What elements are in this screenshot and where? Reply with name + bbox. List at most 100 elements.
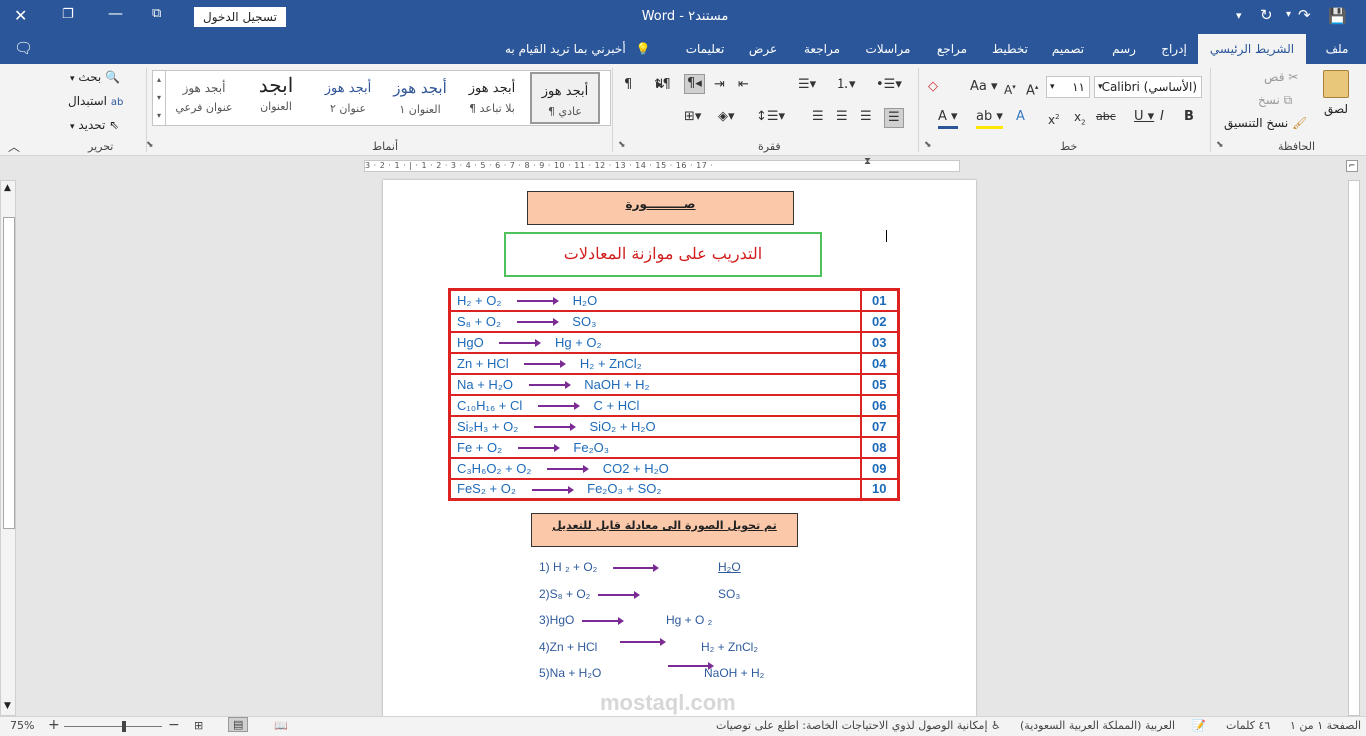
superscript-button[interactable]: x2 xyxy=(1048,108,1060,129)
language-status[interactable]: العربية (المملكة العربية السعودية) xyxy=(1020,719,1175,732)
redo-icon[interactable]: ↻ xyxy=(1260,6,1273,24)
numbering-icon[interactable]: ⒈▾ xyxy=(836,76,856,94)
style-heading-2[interactable]: أبجد هوز عنوان ٢ xyxy=(312,71,384,125)
paste-button[interactable]: لصق xyxy=(1316,70,1356,116)
multilevel-list-icon[interactable]: ☰▾ xyxy=(798,76,816,94)
replace-button[interactable]: استبدال ab xyxy=(68,94,123,108)
increase-indent-icon[interactable]: ⇤ xyxy=(738,76,749,94)
equation-line[interactable]: 3)HgO xyxy=(539,613,624,627)
tell-me-box[interactable]: أخبرني بما تريد القيام به 💡 xyxy=(505,34,650,64)
grow-font-icon[interactable]: A▴ xyxy=(1026,78,1038,100)
format-painter-button[interactable]: نسخ التنسيق 🖌 xyxy=(1224,116,1307,130)
restore-button[interactable]: ❐ xyxy=(62,7,74,22)
sign-in-button[interactable]: تسجيل الدخول xyxy=(194,7,286,27)
font-color-icon[interactable]: A ▾ xyxy=(938,108,958,129)
scroll-down-icon[interactable]: ▾ xyxy=(153,89,165,107)
italic-button[interactable]: I xyxy=(1160,108,1164,126)
minimize-button[interactable]: — xyxy=(108,4,123,22)
style-normal[interactable]: أبجد هوز ¶ عادي xyxy=(530,72,600,124)
tab-references[interactable]: مراجع xyxy=(928,34,976,64)
collapse-ribbon-icon[interactable]: ︿ xyxy=(8,138,20,155)
proofing-icon[interactable]: 📝 xyxy=(1192,719,1206,732)
tab-draw[interactable]: رسم xyxy=(1102,34,1146,64)
print-layout-icon[interactable]: ▤ xyxy=(228,717,249,732)
font-name-select[interactable]: Calibri (الأساسي) ▾ xyxy=(1094,76,1202,98)
line-spacing-icon[interactable]: ↕☰▾ xyxy=(756,108,785,126)
decrease-indent-icon[interactable]: ⇥ xyxy=(714,76,725,94)
bold-button[interactable]: B xyxy=(1184,108,1194,126)
bullets-icon[interactable]: •☰▾ xyxy=(876,76,902,94)
justify-button[interactable]: ☰ xyxy=(812,108,824,126)
close-button[interactable]: ✕ xyxy=(14,6,27,25)
scroll-thumb[interactable] xyxy=(3,217,15,529)
undo-icon[interactable]: ↷ xyxy=(1298,6,1311,24)
subscript-button[interactable]: x2 xyxy=(1074,108,1086,131)
rtl-direction-icon[interactable]: ¶◂ xyxy=(684,74,705,94)
equation-products[interactable]: H₂ + ZnCl₂ xyxy=(701,640,758,654)
comments-icon[interactable]: 🗨 xyxy=(14,39,33,57)
indent-marker-icon[interactable]: ⧗ xyxy=(864,156,871,167)
underline-button[interactable]: U ▾ xyxy=(1134,108,1154,126)
tab-view[interactable]: عرض xyxy=(740,34,786,64)
tab-help[interactable]: تعليمات xyxy=(680,34,730,64)
tab-mailings[interactable]: مراسلات xyxy=(858,34,918,64)
equation-products[interactable]: SO₃ xyxy=(718,587,740,601)
read-mode-icon[interactable]: 📖 xyxy=(274,719,288,732)
style-no-spacing[interactable]: أبجد هوز ¶ بلا تباعد xyxy=(456,71,528,125)
cut-button[interactable]: قص ✂ xyxy=(1264,70,1298,84)
scroll-down-icon[interactable]: ▼ xyxy=(4,701,11,711)
zoom-slider[interactable] xyxy=(64,726,162,727)
sort-button[interactable]: ⇅ xyxy=(654,76,665,94)
equation-line[interactable]: 1) H ₂ + O₂ xyxy=(539,560,659,574)
tab-design[interactable]: تصميم xyxy=(1044,34,1092,64)
borders-icon[interactable]: ⊞▾ xyxy=(684,108,701,126)
clear-formatting-icon[interactable]: ◇ xyxy=(928,78,938,96)
equation-line[interactable]: 5)Na + H₂O xyxy=(539,666,601,680)
change-case-icon[interactable]: Aa ▾ xyxy=(970,78,998,96)
align-center-button[interactable]: ☰ xyxy=(860,108,872,126)
zoom-out-button[interactable]: − xyxy=(168,717,180,733)
undo-dropdown-icon[interactable]: ▾ xyxy=(1286,9,1291,20)
ribbon-display-options-button[interactable]: ⧉ xyxy=(152,6,161,21)
equation-line[interactable]: 4)Zn + HCl xyxy=(539,640,597,654)
style-title[interactable]: ابجد العنوان xyxy=(240,71,312,125)
equation-line[interactable]: 2)S₈ + O₂ xyxy=(539,587,640,601)
accessibility-status[interactable]: إمكانية الوصول لذوي الاحتياجات الخاصة: ا… xyxy=(716,719,1001,732)
web-layout-icon[interactable]: ⊞ xyxy=(194,719,203,732)
vertical-scrollbar[interactable]: ▲ ▼ xyxy=(0,180,16,716)
styles-launcher-icon[interactable]: ⬊ xyxy=(146,140,154,150)
show-marks-icon[interactable]: ¶ xyxy=(624,76,632,94)
shrink-font-icon[interactable]: A▾ xyxy=(1004,78,1016,99)
select-button[interactable]: ▾ تحديد ⇖ xyxy=(70,118,119,132)
style-heading-1[interactable]: أبجد هوز العنوان ١ xyxy=(384,71,456,125)
tab-layout[interactable]: تخطيط xyxy=(986,34,1034,64)
copy-button[interactable]: نسخ ⧉ xyxy=(1258,93,1292,108)
page-number[interactable]: الصفحة ١ من ١ xyxy=(1290,719,1361,732)
clipboard-launcher-icon[interactable]: ⬊ xyxy=(1216,140,1224,150)
zoom-level[interactable]: 75% xyxy=(10,719,34,732)
equation-products[interactable]: H₂O xyxy=(718,560,741,574)
save-icon[interactable]: 💾 xyxy=(1328,7,1347,25)
strikethrough-button[interactable]: abc xyxy=(1096,108,1116,126)
equation-products[interactable]: Hg + O ₂ xyxy=(666,613,712,627)
ruler-toggle-icon[interactable]: ⌐ xyxy=(1346,160,1358,172)
tab-file[interactable]: ملف xyxy=(1312,34,1362,64)
word-count[interactable]: ٤٦ كلمات xyxy=(1226,719,1270,732)
find-button[interactable]: ▾ بحث 🔍 xyxy=(70,70,120,84)
font-launcher-icon[interactable]: ⬊ xyxy=(924,140,932,150)
highlight-color-icon[interactable]: ab ▾ xyxy=(976,108,1003,129)
scroll-up-icon[interactable]: ▲ xyxy=(4,183,11,193)
text-effects-icon[interactable]: A xyxy=(1016,108,1025,126)
zoom-slider-thumb[interactable] xyxy=(122,721,126,732)
align-left-button[interactable]: ☰ xyxy=(836,108,848,126)
shading-icon[interactable]: ◈▾ xyxy=(718,108,735,126)
style-subtitle[interactable]: أبجد هوز عنوان فرعي xyxy=(168,71,240,125)
tab-review[interactable]: مراجعة xyxy=(796,34,848,64)
more-styles-icon[interactable]: ▾ xyxy=(153,107,165,125)
customize-qat-icon[interactable]: ▾ xyxy=(1236,9,1242,22)
align-right-button[interactable]: ☰ xyxy=(884,108,904,128)
equation-products[interactable]: NaOH + H₂ xyxy=(704,666,764,680)
paragraph-launcher-icon[interactable]: ⬊ xyxy=(618,140,626,150)
zoom-in-button[interactable]: + xyxy=(48,717,60,733)
tab-home[interactable]: الشريط الرئيسي xyxy=(1198,34,1306,64)
